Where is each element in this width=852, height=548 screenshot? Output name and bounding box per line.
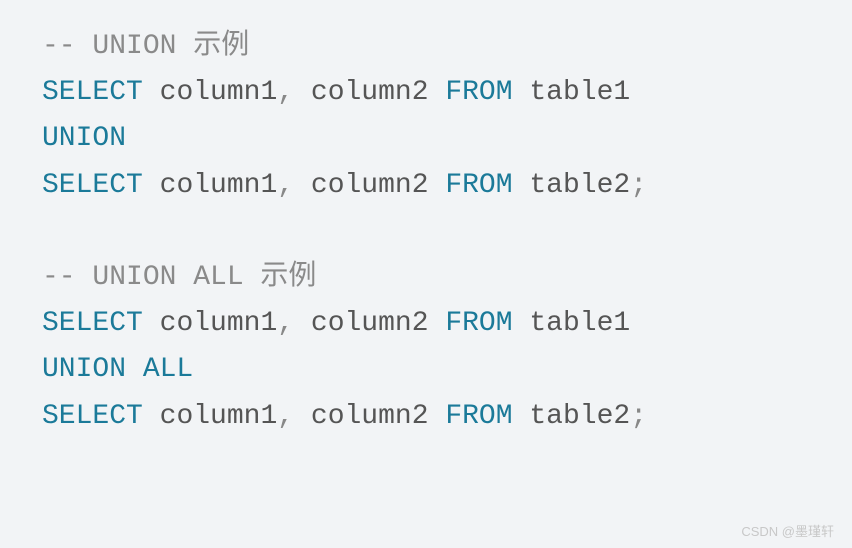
sql-keyword: FROM — [445, 308, 512, 339]
sql-space — [143, 170, 160, 201]
sql-identifier: column1 — [160, 401, 278, 432]
sql-keyword: UNION — [42, 354, 126, 385]
sql-identifier: table2 — [529, 401, 630, 432]
code-line: UNION ALL — [42, 347, 810, 393]
sql-punct: , — [277, 170, 294, 201]
sql-keyword: FROM — [445, 77, 512, 108]
code-line: SELECT column1, column2 FROM table1 — [42, 301, 810, 347]
sql-space — [294, 77, 311, 108]
sql-space — [513, 308, 530, 339]
sql-comment: -- UNION ALL 示例 — [42, 262, 316, 293]
sql-keyword: SELECT — [42, 77, 143, 108]
watermark-text: CSDN @墨瑾轩 — [741, 521, 834, 542]
sql-space — [294, 170, 311, 201]
code-line: SELECT column1, column2 FROM table2; — [42, 163, 810, 209]
code-line: -- UNION 示例 — [42, 24, 810, 70]
code-line: SELECT column1, column2 FROM table1 — [42, 70, 810, 116]
sql-identifier: table1 — [529, 308, 630, 339]
sql-space — [143, 77, 160, 108]
code-line: -- UNION ALL 示例 — [42, 255, 810, 301]
sql-punct: , — [277, 77, 294, 108]
sql-punct: ; — [630, 170, 647, 201]
sql-space — [143, 308, 160, 339]
sql-comment: -- UNION 示例 — [42, 31, 249, 62]
sql-keyword: FROM — [445, 401, 512, 432]
sql-space — [513, 77, 530, 108]
sql-keyword: ALL — [143, 354, 193, 385]
code-line — [42, 209, 810, 255]
sql-space — [429, 77, 446, 108]
sql-keyword: UNION — [42, 123, 126, 154]
sql-keyword: SELECT — [42, 308, 143, 339]
sql-space — [429, 170, 446, 201]
sql-keyword: SELECT — [42, 170, 143, 201]
sql-identifier: column1 — [160, 77, 278, 108]
sql-identifier: column1 — [160, 308, 278, 339]
sql-identifier: column2 — [311, 77, 429, 108]
sql-punct: , — [277, 401, 294, 432]
sql-punct: , — [277, 308, 294, 339]
sql-space — [126, 354, 143, 385]
sql-identifier: column2 — [311, 170, 429, 201]
sql-identifier: column2 — [311, 308, 429, 339]
sql-space — [143, 401, 160, 432]
code-line: SELECT column1, column2 FROM table2; — [42, 394, 810, 440]
sql-identifier: column1 — [160, 170, 278, 201]
sql-keyword: SELECT — [42, 401, 143, 432]
sql-code-block: -- UNION 示例 SELECT column1, column2 FROM … — [42, 24, 810, 440]
sql-punct: ; — [630, 401, 647, 432]
sql-space — [294, 308, 311, 339]
sql-space — [513, 170, 530, 201]
code-line: UNION — [42, 116, 810, 162]
sql-identifier: column2 — [311, 401, 429, 432]
sql-identifier: table1 — [529, 77, 630, 108]
sql-space — [429, 308, 446, 339]
sql-space — [513, 401, 530, 432]
sql-space — [429, 401, 446, 432]
sql-space — [294, 401, 311, 432]
sql-identifier: table2 — [529, 170, 630, 201]
sql-keyword: FROM — [445, 170, 512, 201]
